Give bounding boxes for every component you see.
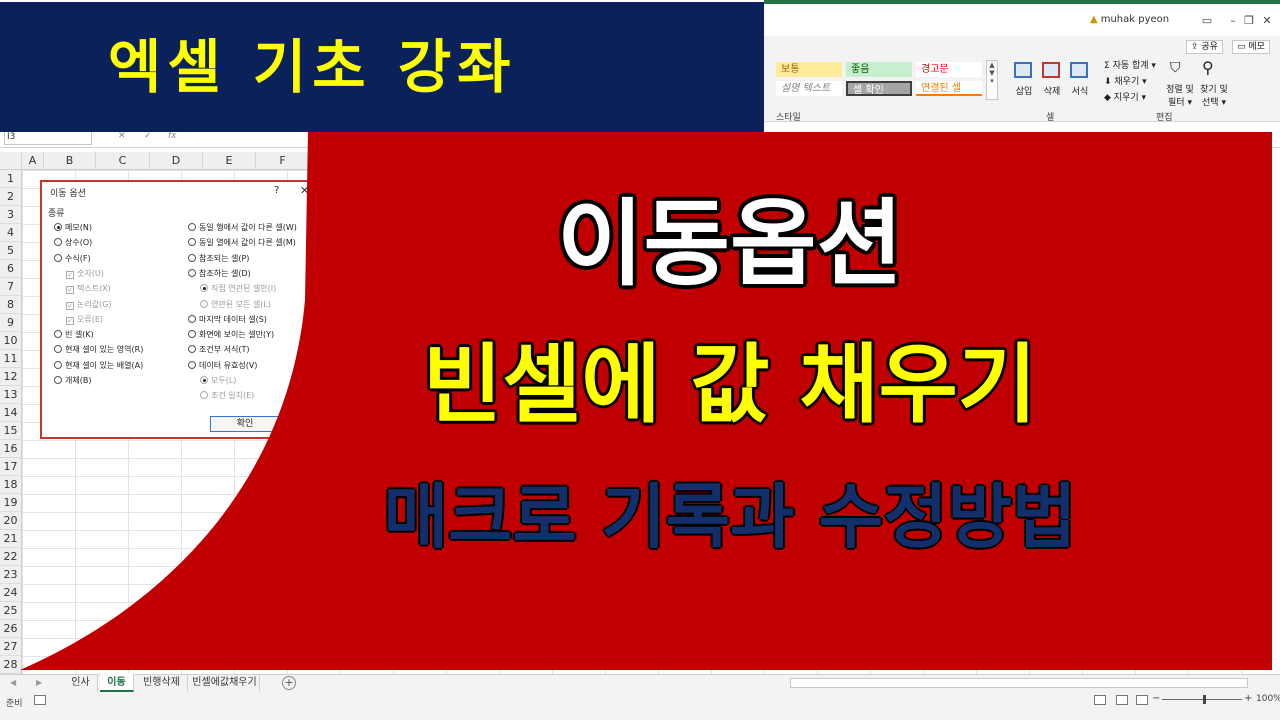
course-banner-title: 엑셀 기초 강좌	[108, 33, 517, 101]
thumbnail-title-line-2: 빈셀에 값 채우기	[423, 335, 1037, 435]
thumbnail-title-line-1: 이동옵션	[557, 190, 903, 299]
thumbnail-title-line-3: 매크로 기록과 수정방법	[383, 476, 1077, 558]
